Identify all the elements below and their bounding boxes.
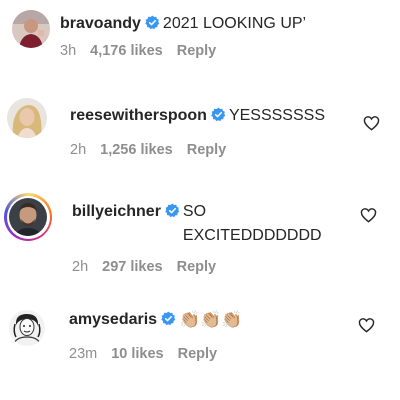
person-sketch-icon [9,310,45,346]
comment-username[interactable]: reesewitherspoon [70,107,207,124]
comment-bravoandy: bravoandy 2021 LOOKING UP’ 3h 4,176 likes R… [0,0,400,70]
comment-timestamp: 3h [60,43,77,59]
comment-username[interactable]: billyeichner [72,203,161,220]
comments-feed: bravoandy 2021 LOOKING UP’ 3h 4,176 likes R… [0,0,400,400]
comment-reesewitherspoon: reesewitherspoon YESSSSSSS 2h 1,256 likes R… [0,95,400,175]
reply-button[interactable]: Reply [178,346,218,362]
comment-likes[interactable]: 10 likes [111,346,163,362]
avatar[interactable] [9,198,47,236]
comment-username[interactable]: amysedaris [69,311,157,328]
comment-timestamp: 2h [70,142,87,158]
reply-button[interactable]: Reply [177,43,217,59]
person-photo-icon [12,10,50,48]
comment-text: 👏🏼👏🏼👏🏼 [179,310,243,329]
comment-timestamp: 23m [69,346,98,362]
comment-username[interactable]: bravoandy [60,15,141,32]
comment-timestamp: 2h [72,259,89,275]
verified-badge-icon [145,15,160,30]
comment-text: SO EXCITEDDDDDDD [182,203,322,244]
verified-badge-icon [161,311,176,326]
comment-likes[interactable]: 297 likes [102,259,162,275]
comment-billyeichner: billyeichner SO EXCITEDDDDDDD 2h 297 likes… [0,185,400,285]
avatar[interactable] [9,310,45,346]
comment-likes[interactable]: 1,256 likes [100,142,173,158]
comment-amysedaris: amysedaris 👏🏼👏🏼👏🏼 23m 10 likes Reply [0,295,400,395]
person-photo-icon [7,98,47,138]
avatar[interactable] [7,98,47,138]
reply-button[interactable]: Reply [187,142,227,158]
comment-likes[interactable]: 4,176 likes [90,43,163,59]
comment-text: 2021 LOOKING UP’ [162,15,307,32]
avatar[interactable] [12,10,50,48]
like-heart-icon[interactable] [358,317,375,333]
like-heart-icon[interactable] [363,115,380,131]
verified-badge-icon [211,107,226,122]
verified-badge-icon [165,203,180,218]
like-heart-icon[interactable] [360,207,377,223]
comment-text: YESSSSSSS [228,107,325,124]
person-photo-icon [9,198,47,236]
reply-button[interactable]: Reply [177,259,217,275]
